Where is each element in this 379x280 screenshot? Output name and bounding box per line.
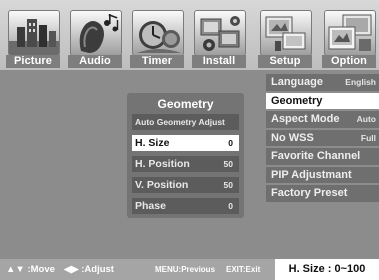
picture-icon [8, 10, 60, 56]
geometry-item-label: Phase [135, 200, 166, 212]
main-menu-tabs: Picture Audio Timer Install Setup Option [0, 0, 379, 70]
setup-icon [260, 10, 312, 56]
value-range-indicator: H. Size : 0~100 [275, 259, 379, 280]
menu-item-label: Favorite Channel [271, 150, 361, 162]
help-bar: ▲▼ :Move ◀▶ :Adjust MENU:Previous EXIT:E… [0, 259, 379, 280]
geometry-item-auto-adjust[interactable]: Auto Geometry Adjust [132, 114, 239, 130]
menu-item-value: Full [360, 132, 376, 143]
help-previous: MENU:Previous [155, 265, 216, 274]
help-exit: EXIT:Exit [226, 265, 261, 274]
geometry-item-h-position[interactable]: H. Position 50 [132, 156, 239, 172]
tab-label: Audio [68, 55, 122, 68]
geometry-item-label: H. Position [135, 158, 190, 170]
tab-label: Option [322, 55, 376, 68]
menu-item-aspect-mode[interactable]: Aspect Mode Auto [266, 111, 379, 128]
setup-menu: Language English Geometry Aspect Mode Au… [266, 74, 379, 204]
geometry-item-value: 0 [228, 201, 233, 211]
help-move: ▲▼ :Move [6, 264, 55, 275]
tab-timer[interactable]: Timer [130, 10, 184, 68]
menu-item-no-wss[interactable]: No WSS Full [266, 129, 379, 146]
timer-icon [132, 10, 184, 56]
menu-item-value: English [345, 77, 376, 87]
option-icon [324, 10, 376, 56]
geometry-panel: Geometry Auto Geometry Adjust H. Size 0 … [127, 93, 244, 218]
help-adjust: ◀▶ :Adjust [64, 264, 114, 275]
geometry-panel-title: Geometry [157, 97, 214, 111]
menu-item-label: PIP Adjustmant [271, 168, 352, 181]
menu-item-label: Language [271, 76, 323, 88]
geometry-item-label: H. Size [135, 137, 170, 149]
tab-option[interactable]: Option [322, 10, 376, 68]
tab-setup[interactable]: Setup [258, 10, 312, 68]
geometry-item-h-size[interactable]: H. Size 0 [132, 135, 239, 151]
geometry-item-value: 0 [228, 138, 233, 148]
geometry-item-label: Auto Geometry Adjust [135, 117, 225, 127]
tab-label: Timer [130, 55, 184, 68]
audio-icon [70, 10, 122, 56]
tab-label: Setup [258, 55, 312, 68]
menu-item-geometry[interactable]: Geometry [266, 92, 379, 109]
menu-item-label: No WSS [271, 131, 314, 144]
geometry-item-value: 50 [223, 159, 233, 169]
tab-install[interactable]: Install [192, 10, 246, 68]
geometry-item-v-position[interactable]: V. Position 50 [132, 177, 239, 193]
menu-item-value: Auto [356, 114, 376, 124]
menu-item-factory-preset[interactable]: Factory Preset [266, 185, 379, 202]
tab-picture[interactable]: Picture [6, 10, 60, 68]
menu-item-label: Factory Preset [271, 187, 348, 199]
install-icon [194, 10, 246, 56]
geometry-item-label: V. Position [135, 179, 189, 191]
tab-audio[interactable]: Audio [68, 10, 122, 68]
menu-item-pip-adjustment[interactable]: PIP Adjustmant [266, 166, 379, 183]
menu-item-label: Aspect Mode [271, 113, 340, 125]
geometry-item-value: 50 [223, 180, 233, 190]
tab-label: Picture [6, 55, 60, 68]
tab-label: Install [192, 55, 246, 68]
geometry-item-phase[interactable]: Phase 0 [132, 198, 239, 214]
menu-item-favorite-channel[interactable]: Favorite Channel [266, 148, 379, 165]
menu-item-language[interactable]: Language English [266, 74, 379, 91]
menu-item-label: Geometry [271, 94, 323, 107]
